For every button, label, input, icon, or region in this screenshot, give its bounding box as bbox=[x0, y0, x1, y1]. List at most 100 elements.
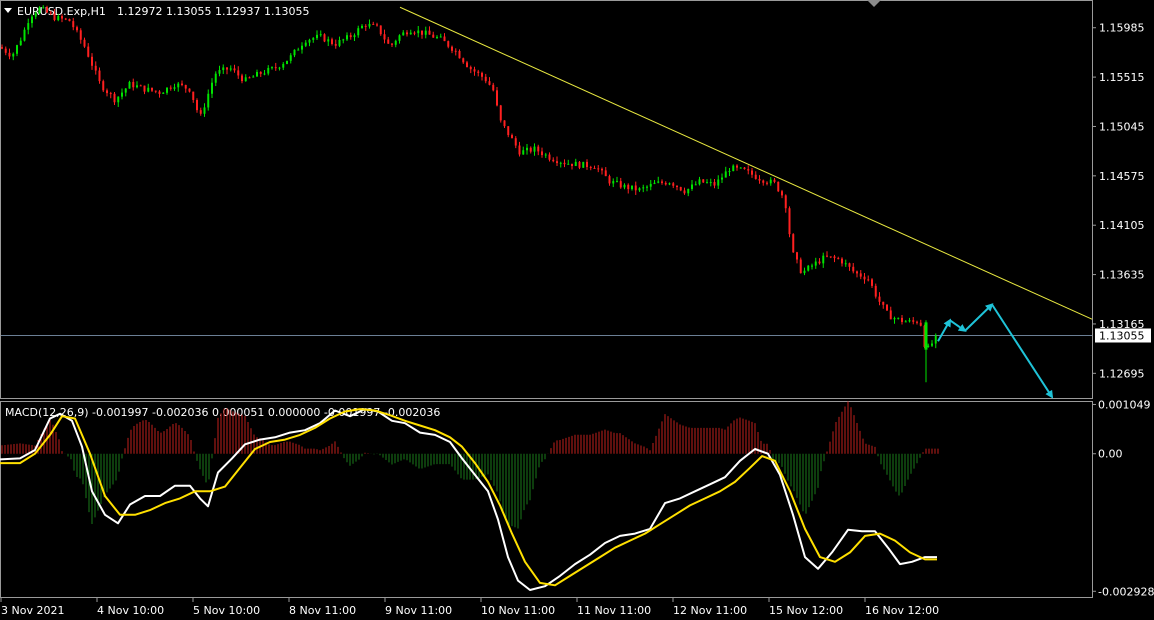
candle-body bbox=[646, 186, 648, 188]
candle-body bbox=[766, 182, 768, 184]
price-tick-label: 1.15515 bbox=[1099, 71, 1145, 84]
candle-body bbox=[709, 182, 712, 184]
candle-body bbox=[346, 35, 348, 40]
candle-body bbox=[492, 84, 495, 91]
candle-body bbox=[214, 73, 217, 83]
candle-body bbox=[612, 181, 615, 184]
candle-body bbox=[79, 30, 82, 40]
candle-body bbox=[166, 87, 168, 93]
candle-body bbox=[177, 83, 180, 88]
candle-body bbox=[447, 41, 450, 47]
candle-body bbox=[818, 261, 821, 264]
price-tick-label: 1.12695 bbox=[1099, 367, 1145, 380]
candle-body bbox=[319, 34, 322, 36]
candle-body bbox=[908, 320, 911, 322]
candle-body bbox=[702, 179, 705, 183]
candle-body bbox=[361, 25, 363, 29]
time-tick-label: 9 Nov 11:00 bbox=[385, 604, 452, 617]
candle-body bbox=[754, 174, 757, 179]
candle-body bbox=[924, 322, 928, 350]
candle-body bbox=[721, 177, 723, 180]
candle-body bbox=[777, 181, 780, 192]
candle-body bbox=[432, 34, 435, 38]
candle-body bbox=[451, 46, 453, 51]
candle-body bbox=[259, 72, 262, 74]
candle-body bbox=[638, 188, 641, 191]
candle-body bbox=[136, 85, 138, 88]
candle-body bbox=[597, 168, 600, 170]
candle-body bbox=[897, 317, 900, 319]
candle-body bbox=[458, 51, 461, 59]
candle-body bbox=[661, 181, 663, 183]
candle-body bbox=[548, 154, 551, 160]
candle-body bbox=[338, 39, 341, 46]
candle-body bbox=[841, 258, 843, 264]
candle-body bbox=[901, 317, 903, 322]
candle-body bbox=[496, 90, 498, 106]
candle-body bbox=[226, 67, 228, 70]
candle-body bbox=[181, 83, 183, 86]
candle-body bbox=[522, 150, 525, 155]
candle-body bbox=[196, 99, 198, 111]
candle-body bbox=[466, 62, 468, 68]
candle-body bbox=[747, 169, 750, 171]
candle-body bbox=[582, 161, 585, 168]
candle-body bbox=[278, 67, 281, 69]
candle-body bbox=[769, 179, 772, 184]
candle-body bbox=[762, 180, 765, 183]
candle-body bbox=[409, 32, 412, 35]
candle-body bbox=[807, 265, 810, 271]
candle-body bbox=[526, 147, 528, 151]
candle-body bbox=[912, 320, 915, 322]
candle-body bbox=[53, 13, 56, 21]
candle-body bbox=[518, 145, 521, 155]
candle-body bbox=[72, 21, 75, 28]
candle-body bbox=[297, 49, 300, 51]
candle-body bbox=[683, 190, 686, 194]
candle-body bbox=[837, 258, 840, 260]
candle-body bbox=[267, 67, 270, 74]
time-tick-label: 12 Nov 11:00 bbox=[673, 604, 747, 617]
candle-body bbox=[833, 256, 836, 259]
candle-body bbox=[398, 35, 401, 41]
candle-body bbox=[383, 34, 386, 40]
candle-body bbox=[893, 318, 896, 320]
candle-body bbox=[128, 81, 131, 89]
candle-body bbox=[244, 77, 247, 82]
candle-body bbox=[916, 321, 918, 323]
candle-body bbox=[113, 93, 116, 103]
candle-body bbox=[608, 176, 611, 184]
time-tick-label: 5 Nov 10:00 bbox=[193, 604, 260, 617]
candle-body bbox=[252, 76, 255, 78]
candle-body bbox=[424, 30, 427, 35]
candle-body bbox=[121, 92, 123, 97]
candle-body bbox=[672, 183, 675, 186]
candle-body bbox=[436, 36, 438, 38]
candle-body bbox=[31, 16, 33, 24]
candle-body bbox=[589, 167, 592, 169]
candle-body bbox=[94, 65, 97, 71]
macd-tick-label: 0.00 bbox=[1098, 448, 1123, 461]
candle-body bbox=[301, 45, 303, 50]
candle-body bbox=[12, 53, 15, 57]
candle-body bbox=[484, 76, 487, 82]
ohlc-label: 1.12972 1.13055 1.12937 1.13055 bbox=[117, 5, 309, 18]
candle-body bbox=[792, 234, 795, 253]
candle-body bbox=[529, 147, 532, 152]
candle-body bbox=[732, 165, 735, 172]
candle-body bbox=[308, 39, 311, 43]
candle-body bbox=[657, 181, 660, 183]
candle-body bbox=[76, 27, 78, 31]
candle-body bbox=[882, 301, 885, 305]
candle-body bbox=[619, 181, 622, 188]
candle-body bbox=[698, 179, 701, 185]
candle-body bbox=[68, 19, 71, 22]
candle-body bbox=[282, 63, 285, 68]
candle-body bbox=[724, 171, 727, 178]
price-tick-label: 1.14105 bbox=[1099, 219, 1145, 232]
candle-body bbox=[211, 82, 213, 94]
candle-body bbox=[604, 170, 607, 177]
candle-body bbox=[578, 161, 581, 168]
candle-body bbox=[867, 279, 870, 281]
candle-body bbox=[64, 18, 67, 20]
